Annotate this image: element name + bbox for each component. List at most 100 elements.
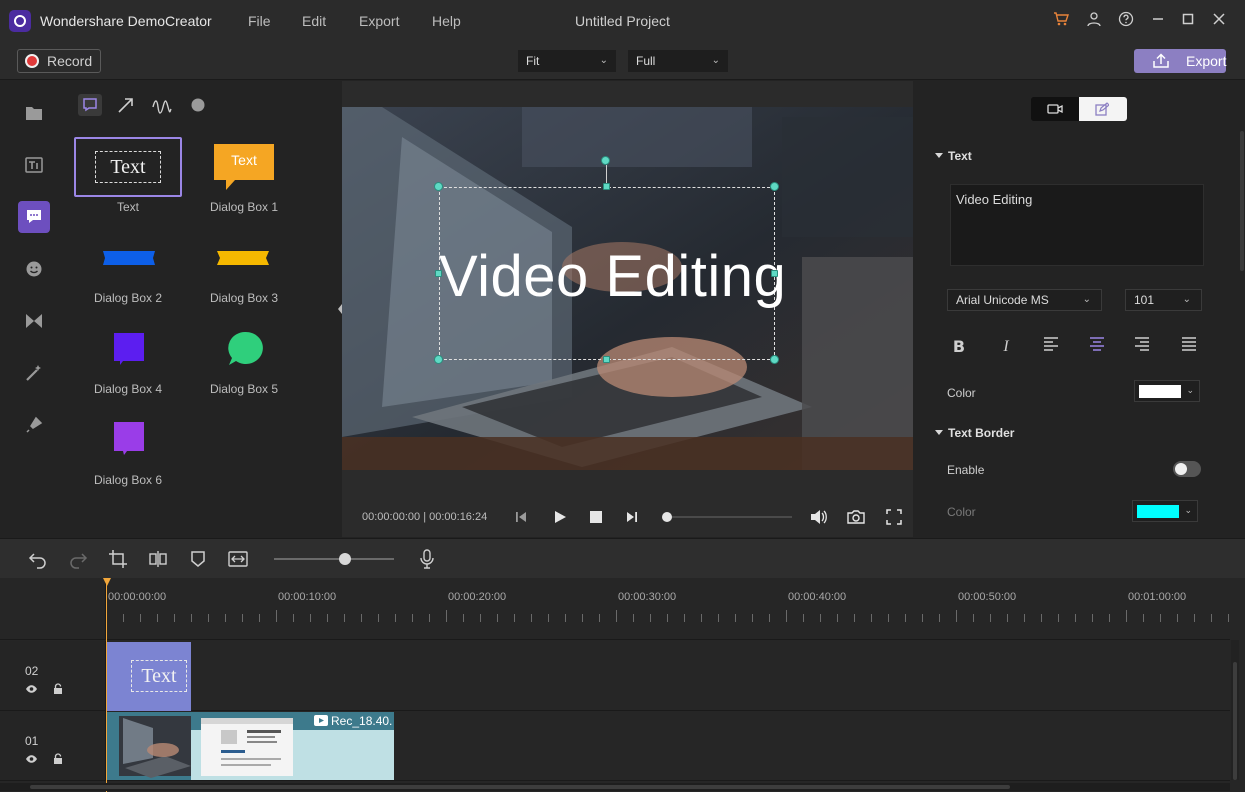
cursor-effect-icon: [26, 416, 43, 433]
maximize-icon[interactable]: [1179, 11, 1197, 29]
account-icon[interactable]: [1085, 11, 1103, 29]
video-clip[interactable]: [107, 712, 191, 780]
resize-handle-r[interactable]: [771, 270, 778, 277]
resize-handle-t[interactable]: [603, 183, 610, 190]
font-size-select[interactable]: 101 ⌄: [1125, 289, 1202, 311]
sidebar-item-transitions[interactable]: [18, 305, 50, 337]
library-item-text[interactable]: Text Text: [74, 137, 182, 217]
help-icon[interactable]: [1117, 11, 1135, 29]
tab-arrow[interactable]: [114, 94, 138, 116]
crop-icon[interactable]: [108, 549, 128, 569]
resize-handle-br[interactable]: [770, 355, 779, 364]
resize-handle-bl[interactable]: [434, 355, 443, 364]
export-button[interactable]: Export: [1134, 49, 1226, 73]
sidebar-item-effects[interactable]: [18, 357, 50, 389]
redo-icon[interactable]: [68, 549, 88, 569]
text-clip[interactable]: Text: [107, 642, 191, 711]
font-family-select[interactable]: Arial Unicode MS ⌄: [947, 289, 1102, 311]
text-border-section-title[interactable]: Text Border: [934, 426, 1014, 440]
bold-button[interactable]: B: [948, 336, 970, 358]
library-item-dialog-4[interactable]: Dialog Box 4: [74, 319, 182, 399]
rotate-handle[interactable]: [601, 156, 610, 165]
progress-thumb[interactable]: [662, 512, 672, 522]
align-left-button[interactable]: [1040, 336, 1062, 358]
align-center-button[interactable]: [1086, 336, 1108, 358]
library-item-label: Dialog Box 5: [209, 382, 279, 396]
properties-scrollbar[interactable]: [1240, 131, 1244, 271]
zoom-slider-track[interactable]: [274, 558, 394, 560]
video-canvas[interactable]: Video Editing: [342, 107, 913, 470]
tab-line[interactable]: [150, 94, 174, 116]
minimize-icon[interactable]: [1149, 11, 1167, 29]
justify-button[interactable]: [1178, 336, 1200, 358]
library-item-dialog-3[interactable]: Dialog Box 3: [190, 228, 298, 308]
sidebar-item-annotations[interactable]: [18, 201, 50, 233]
caption-text-input[interactable]: Video Editing: [950, 184, 1204, 266]
transition-icon: [26, 314, 42, 328]
skip-back-icon[interactable]: [514, 510, 528, 524]
track-row-02[interactable]: [106, 641, 1230, 711]
play-icon[interactable]: [553, 510, 567, 524]
library-item-dialog-1[interactable]: Text Dialog Box 1: [190, 137, 298, 217]
tab-annotation-properties[interactable]: [1079, 97, 1127, 121]
progress-track[interactable]: [664, 516, 792, 518]
border-color-picker[interactable]: ⌄: [1132, 500, 1198, 522]
resize-handle-b[interactable]: [603, 356, 610, 363]
resize-handle-tr[interactable]: [770, 182, 779, 191]
tab-video-properties[interactable]: [1031, 97, 1079, 121]
quality-dropdown[interactable]: Full ⌄: [628, 50, 728, 72]
menu-edit[interactable]: Edit: [302, 13, 326, 29]
volume-icon[interactable]: [810, 509, 828, 525]
text-color-picker[interactable]: ⌄: [1134, 380, 1200, 402]
marker-icon[interactable]: [188, 549, 208, 569]
library-item-dialog-2[interactable]: Dialog Box 2: [74, 228, 182, 308]
text-section-title[interactable]: Text: [935, 149, 972, 163]
stop-icon[interactable]: [589, 510, 603, 524]
split-icon[interactable]: [148, 549, 168, 569]
cart-icon[interactable]: [1052, 11, 1070, 29]
align-right-button[interactable]: [1131, 336, 1153, 358]
sidebar-item-stickers[interactable]: [18, 253, 50, 285]
italic-button[interactable]: I: [995, 336, 1017, 358]
chevron-down-icon: ⌄: [1184, 505, 1192, 515]
eye-icon[interactable]: [25, 754, 38, 764]
ruler-label: 00:00:50:00: [958, 591, 1017, 603]
microphone-icon[interactable]: [417, 549, 437, 569]
close-icon[interactable]: [1210, 11, 1228, 29]
undo-icon[interactable]: [28, 549, 48, 569]
sidebar-item-media[interactable]: [18, 97, 50, 129]
record-button[interactable]: Record: [17, 49, 101, 73]
align-center-icon: [1090, 337, 1104, 351]
timeline-vertical-scrollbar[interactable]: [1231, 640, 1239, 780]
fit-dropdown[interactable]: Fit ⌄: [518, 50, 616, 72]
zoom-slider-thumb[interactable]: [339, 553, 351, 565]
scroll-thumb[interactable]: [30, 785, 1010, 789]
fit-timeline-icon[interactable]: [228, 549, 248, 569]
sidebar-item-cursor[interactable]: [18, 409, 50, 441]
tab-shape[interactable]: [186, 94, 210, 116]
eye-icon[interactable]: [25, 684, 38, 694]
skip-forward-icon[interactable]: [625, 510, 639, 524]
menu-file[interactable]: File: [248, 13, 271, 29]
fullscreen-icon[interactable]: [886, 509, 902, 525]
caption-text[interactable]: Video Editing: [439, 243, 786, 310]
menu-export[interactable]: Export: [359, 13, 399, 29]
screenshot-camera-icon[interactable]: [847, 509, 865, 525]
library-item-dialog-6[interactable]: Dialog Box 6: [74, 410, 182, 490]
resize-handle-l[interactable]: [435, 270, 442, 277]
library-item-dialog-5[interactable]: Dialog Box 5: [190, 319, 298, 399]
menu-help[interactable]: Help: [432, 13, 461, 29]
magic-wand-icon: [26, 365, 41, 381]
chevron-down-icon: ⌄: [1186, 385, 1194, 395]
recording-clip[interactable]: Rec_18.40.: [191, 712, 394, 780]
resize-handle-tl[interactable]: [434, 182, 443, 191]
time-ruler[interactable]: 00:00:00:00 00:00:10:00 00:00:20:00 00:0…: [106, 578, 1230, 640]
sidebar-item-captions[interactable]: [18, 149, 50, 181]
lock-icon[interactable]: [53, 683, 63, 695]
scroll-thumb[interactable]: [1233, 662, 1237, 780]
border-enable-toggle[interactable]: [1173, 461, 1201, 477]
playhead[interactable]: [103, 578, 111, 792]
timeline-horizontal-scrollbar[interactable]: [0, 783, 1230, 791]
lock-icon[interactable]: [53, 753, 63, 765]
tab-dialog[interactable]: [78, 94, 102, 116]
